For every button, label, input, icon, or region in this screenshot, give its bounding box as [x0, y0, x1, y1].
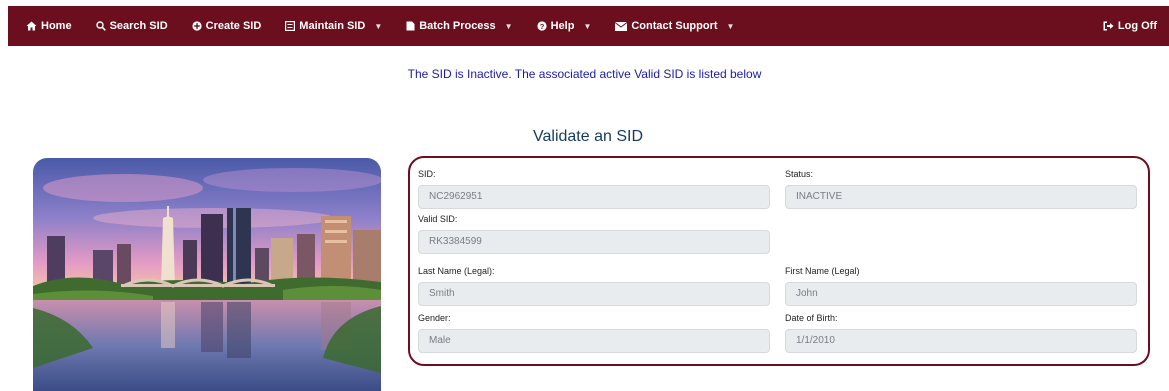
nav-log-off[interactable]: Log Off: [1091, 6, 1169, 46]
nav-search-sid[interactable]: Search SID: [84, 6, 180, 46]
sid-field: SID: NC2962951: [418, 169, 770, 209]
chevron-down-icon: ▼: [504, 21, 513, 31]
nav-create-sid-label: Create SID: [205, 20, 262, 32]
gender-label: Gender:: [418, 313, 451, 323]
page-title: Validate an SID: [533, 128, 643, 145]
file-icon: [406, 21, 415, 31]
dob-input: 1/1/2010: [785, 329, 1137, 353]
nav-home-label: Home: [41, 20, 72, 32]
chevron-down-icon: ▼: [374, 21, 383, 31]
last-name-field: Last Name (Legal): Smith: [418, 266, 770, 306]
nav-maintain-sid-label: Maintain SID: [299, 20, 366, 32]
question-icon: ?: [536, 21, 547, 31]
nav-help[interactable]: ? Help ▼: [525, 6, 604, 46]
nav-home[interactable]: Home: [8, 6, 84, 46]
status-field: Status: INACTIVE: [785, 169, 1137, 209]
first-name-label: First Name (Legal): [785, 266, 860, 276]
list-icon: [285, 21, 296, 31]
search-icon: [95, 21, 106, 31]
chevron-down-icon: ▼: [726, 21, 735, 31]
chevron-down-icon: ▼: [583, 21, 592, 31]
nav-create-sid[interactable]: Create SID: [180, 6, 274, 46]
first-name-field: First Name (Legal) John: [785, 266, 1137, 306]
nav-help-label: Help: [550, 20, 575, 32]
last-name-label: Last Name (Legal):: [418, 266, 495, 276]
top-navbar: Home Search SID Create SID Maintain SID …: [8, 6, 1169, 46]
first-name-input: John: [785, 282, 1137, 306]
city-skyline-image: [33, 158, 381, 391]
plus-circle-icon: [192, 21, 202, 31]
nav-log-off-label: Log Off: [1117, 20, 1157, 32]
valid-sid-field: Valid SID: RK3384599: [418, 214, 770, 254]
svg-text:?: ?: [539, 22, 544, 31]
sid-input: NC2962951: [418, 185, 770, 209]
gender-field: Gender: Male: [418, 313, 770, 353]
gender-input: Male: [418, 329, 770, 353]
dob-field: Date of Birth: 1/1/2010: [785, 313, 1137, 353]
last-name-input: Smith: [418, 282, 770, 306]
status-input: INACTIVE: [785, 185, 1137, 209]
validate-sid-form: SID: NC2962951 Status: INACTIVE Valid SI…: [408, 156, 1150, 366]
nav-maintain-sid[interactable]: Maintain SID ▼: [273, 6, 394, 46]
nav-search-sid-label: Search SID: [109, 20, 168, 32]
logoff-icon: [1103, 21, 1114, 31]
dob-label: Date of Birth:: [785, 313, 838, 323]
nav-batch-process[interactable]: Batch Process ▼: [394, 6, 524, 46]
sid-label: SID:: [418, 169, 436, 179]
status-label: Status:: [785, 169, 814, 179]
nav-contact-support[interactable]: Contact Support ▼: [603, 6, 746, 46]
nav-batch-process-label: Batch Process: [419, 20, 496, 32]
envelope-icon: [615, 21, 628, 31]
valid-sid-label: Valid SID:: [418, 214, 458, 224]
home-icon: [26, 21, 37, 31]
nav-contact-support-label: Contact Support: [631, 20, 718, 32]
inactive-sid-notice: The SID is Inactive. The associated acti…: [407, 67, 762, 81]
valid-sid-input: RK3384599: [418, 230, 770, 254]
